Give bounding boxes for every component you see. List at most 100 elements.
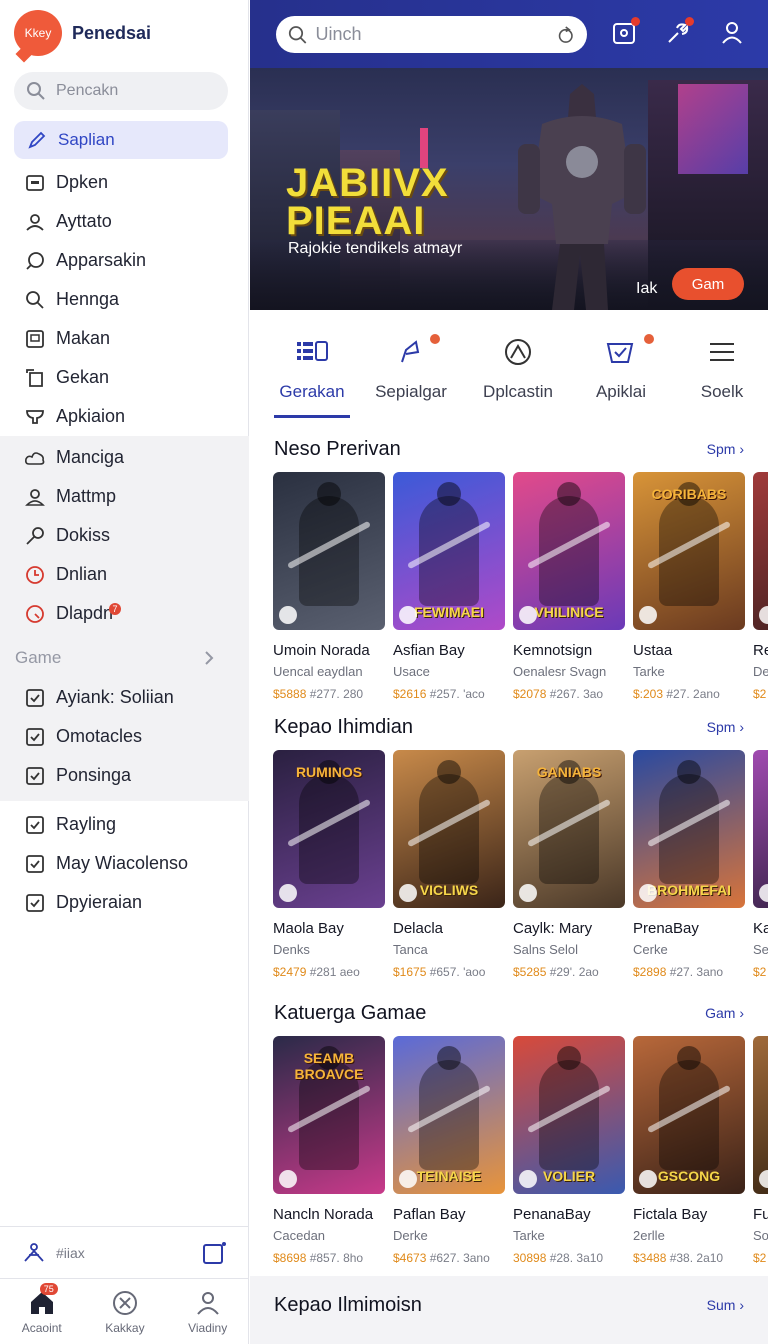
sidebar-item-3[interactable]: Hennga [0, 280, 249, 319]
game-name[interactable]: Kemnotsign [513, 642, 625, 659]
checkbox-icon[interactable] [24, 892, 46, 914]
game-name[interactable]: Umoin Norada [273, 642, 385, 659]
game-card[interactable]: Ka Se $2 [753, 750, 768, 979]
sidebar-section-game[interactable]: Game [0, 638, 249, 678]
game-cover[interactable]: BROHMEFAI [633, 750, 745, 908]
sidebar-game-item-0[interactable]: Ayiank: Soliian [0, 678, 249, 717]
game-card[interactable]: RUMINOS Maola Bay Denks $2479 #281 aeo [273, 750, 385, 979]
game-cover[interactable]: GANIABS [513, 750, 625, 908]
game-card[interactable]: FEWIMAEI Asfian Bay Usace $2616 #257. 'aco [393, 472, 505, 701]
see-more-link[interactable]: Gam › [705, 1005, 744, 1021]
game-cover[interactable]: VICLIWS [393, 750, 505, 908]
hero-banner[interactable]: JABIIVX PIEAAI Rajokie tendikels atmayr … [250, 68, 768, 310]
sidebar-item-band-3[interactable]: Dnlian [0, 555, 249, 594]
game-cover[interactable]: TEINAISE [393, 1036, 505, 1194]
game-card[interactable]: GANIABS Caylk: Mary Salns Selol $5285 #29'.… [513, 750, 625, 979]
notifications-button[interactable] [610, 17, 640, 47]
profile-button[interactable] [718, 19, 746, 47]
sidebar-item-band-2[interactable]: Dokiss [0, 516, 249, 555]
game-cover[interactable] [753, 472, 768, 630]
tools-button[interactable] [664, 17, 694, 47]
tab-gerakan[interactable]: Gerakan [274, 336, 350, 418]
sidebar-extra-item-2[interactable]: Dpyieraian [0, 883, 249, 922]
sidebar-game-item-2[interactable]: Ponsinga [0, 756, 249, 795]
refresh-icon[interactable] [556, 24, 576, 46]
game-card[interactable]: VICLIWS Delacla Tanca $1675 #657. 'aoo [393, 750, 505, 979]
nav-viadiny[interactable]: Viadiny [188, 1289, 227, 1335]
game-cover[interactable]: SEAMB BROAVCE [273, 1036, 385, 1194]
sidebar-item-0[interactable]: Dpken [0, 163, 249, 202]
game-name[interactable]: Fictala Bay [633, 1206, 745, 1223]
hero-play-button[interactable]: Gam [672, 268, 744, 300]
see-more-link[interactable]: Sum › [707, 1297, 744, 1313]
see-more-link[interactable]: Spm › [707, 441, 744, 457]
checkbox-icon[interactable] [24, 853, 46, 875]
tab-sepialgar[interactable]: Sepialgar [375, 334, 447, 402]
game-cover[interactable]: CORIBABS [633, 472, 745, 630]
tab-apiklai[interactable]: Apiklai [594, 334, 654, 402]
sidebar-item-2[interactable]: Apparsakin [0, 241, 249, 280]
game-card[interactable]: VOLIER PenanaBay Tarke 30898 #28. 3a10 [513, 1036, 625, 1265]
tab-soelk[interactable]: Soelk [700, 336, 744, 402]
sidebar-game-item-1[interactable]: Omotacles [0, 717, 249, 756]
checkbox-icon[interactable] [24, 814, 46, 836]
sidebar-extra-item-1[interactable]: May Wiacolenso [0, 844, 249, 883]
game-card[interactable]: TEINAISE Paflan Bay Derke $4673 #627. 3ano [393, 1036, 505, 1265]
game-cover[interactable]: VOLIER [513, 1036, 625, 1194]
game-card[interactable]: Umoin Norada Uencal eaydlan $5888 #277. 28… [273, 472, 385, 701]
price-accent: $2078 [513, 687, 547, 701]
see-more-link[interactable]: Spm › [707, 719, 744, 735]
game-cover[interactable] [753, 1036, 768, 1194]
sidebar-item-6[interactable]: Apkiaion [0, 397, 249, 436]
game-card[interactable]: GSCONG Fictala Bay 2erlle $3488 #38. 2a10 [633, 1036, 745, 1265]
game-name[interactable]: Maola Bay [273, 920, 385, 937]
sidebar-item-active[interactable]: Saplian [14, 121, 228, 159]
game-card[interactable]: Fu So $2 [753, 1036, 768, 1265]
tab-dplcastin[interactable]: Dplcastin [483, 336, 553, 402]
checkbox-icon[interactable] [24, 687, 46, 709]
game-card[interactable]: VHILINICE Kemnotsign Oenalesr Svagn $2078 #… [513, 472, 625, 701]
game-name[interactable]: Ustaa [633, 642, 745, 659]
game-card[interactable]: CORIBABS Ustaa Tarke $:203 #27. 2ano [633, 472, 745, 701]
section-1: Kepao Ihimdian Spm › RUMINOS Maola Bay Den… [250, 712, 768, 992]
sidebar-item-band-1[interactable]: Mattmp [0, 477, 249, 516]
sidebar-search[interactable] [14, 72, 228, 110]
sidebar-footer-left[interactable]: #iiax [22, 1241, 85, 1265]
game-name[interactable]: Paflan Bay [393, 1206, 505, 1223]
nav-account[interactable]: 75 Acaoint [22, 1282, 62, 1335]
game-card[interactable]: BROHMEFAI PrenaBay Cerke $2898 #27. 3ano [633, 750, 745, 979]
game-name[interactable]: PenanaBay [513, 1206, 625, 1223]
sidebar-item-5[interactable]: Gekan [0, 358, 249, 397]
game-cover[interactable]: VHILINICE [513, 472, 625, 630]
game-name[interactable]: PrenaBay [633, 920, 745, 937]
game-name[interactable]: Re [753, 642, 768, 659]
game-card[interactable]: SEAMB BROAVCE Nancln Norada Cacedan $8698 #… [273, 1036, 385, 1265]
hero-neon-sign [678, 84, 748, 174]
game-card[interactable]: Re De $2 [753, 472, 768, 701]
sidebar-item-4[interactable]: Makan [0, 319, 249, 358]
search-box[interactable] [276, 16, 587, 53]
game-name[interactable]: Delacla [393, 920, 505, 937]
game-cover[interactable] [753, 750, 768, 908]
game-name[interactable]: Ka [753, 920, 768, 937]
game-name[interactable]: Asfian Bay [393, 642, 505, 659]
game-name[interactable]: Caylk: Mary [513, 920, 625, 937]
search-input[interactable] [315, 24, 548, 45]
square-icon[interactable] [201, 1240, 227, 1266]
brand[interactable]: Kkey Penedsai [14, 10, 151, 56]
sidebar-item-band-0[interactable]: Manciga [0, 438, 249, 477]
game-cover[interactable] [273, 472, 385, 630]
game-cover[interactable]: FEWIMAEI [393, 472, 505, 630]
game-name[interactable]: Fu [753, 1206, 768, 1223]
checkbox-icon[interactable] [24, 726, 46, 748]
game-name[interactable]: Nancln Norada [273, 1206, 385, 1223]
sidebar-search-input[interactable] [56, 82, 206, 100]
sidebar-extra-item-0[interactable]: Rayling [0, 805, 249, 844]
sidebar-item-1[interactable]: Ayttato [0, 202, 249, 241]
game-cover[interactable]: GSCONG [633, 1036, 745, 1194]
game-cover[interactable]: RUMINOS [273, 750, 385, 908]
nav-kakkay[interactable]: Kakkay [105, 1289, 145, 1335]
sidebar-item-band-4[interactable]: Dlapdn7 [0, 594, 249, 633]
grid-list-icon [297, 341, 328, 361]
checkbox-icon[interactable] [24, 765, 46, 787]
